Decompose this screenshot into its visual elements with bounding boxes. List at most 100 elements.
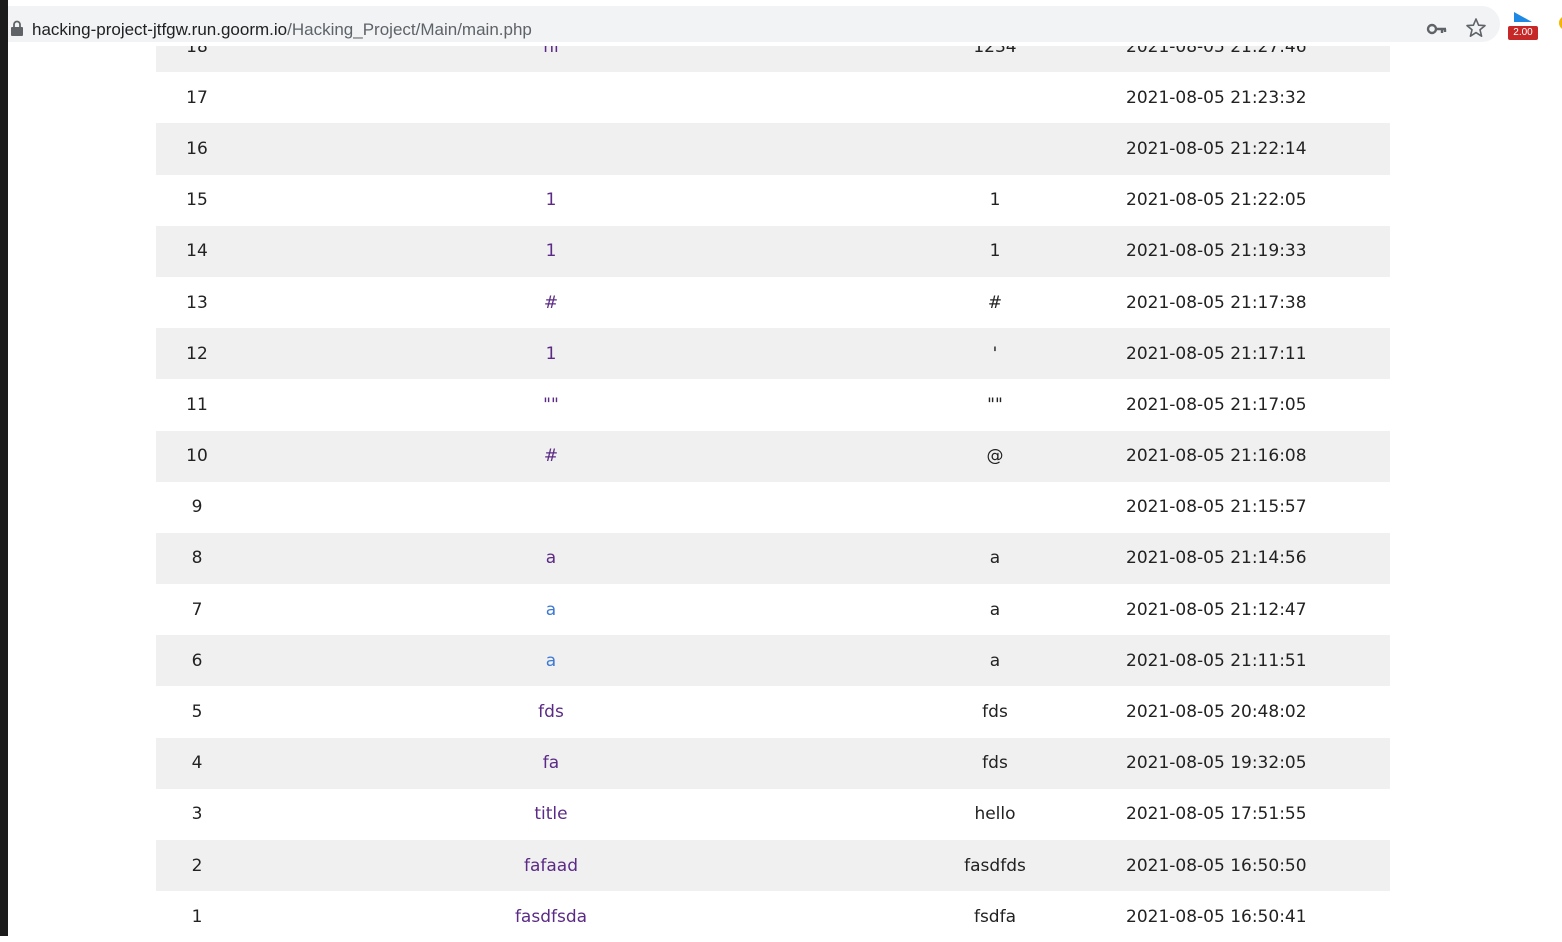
url-text[interactable]: hacking-project-jtfgw.run.goorm.io/Hacki… xyxy=(32,19,532,41)
post-number: 10 xyxy=(186,446,208,467)
bookmark-star-icon[interactable] xyxy=(1464,16,1488,40)
post-date: 2021-08-05 21:15:57 xyxy=(1126,497,1307,518)
post-date: 2021-08-05 21:23:32 xyxy=(1126,87,1307,108)
key-icon[interactable] xyxy=(1426,18,1448,40)
post-content xyxy=(864,72,1126,123)
table-row: 15 1 1 2021-08-05 21:22:05 xyxy=(156,174,1390,226)
post-title-link[interactable]: 1 xyxy=(546,344,557,364)
post-content: a xyxy=(989,548,1001,569)
post-title-link[interactable]: title xyxy=(534,804,567,824)
post-number: 14 xyxy=(186,241,208,262)
post-number: 16 xyxy=(186,138,208,159)
post-date: 2021-08-05 20:48:02 xyxy=(1126,702,1307,723)
post-title-cell: 1 xyxy=(238,226,864,277)
post-title-cell: fds xyxy=(238,686,864,737)
post-content xyxy=(864,482,1126,533)
post-number: 6 xyxy=(191,650,203,671)
post-date: 2021-08-05 21:17:38 xyxy=(1126,292,1307,313)
post-date: 2021-08-05 21:16:08 xyxy=(1126,446,1307,467)
post-number: 9 xyxy=(191,497,203,518)
extension-badge: 2.00 xyxy=(1508,26,1538,40)
post-number: 2 xyxy=(191,855,203,876)
post-title-link[interactable]: 1 xyxy=(546,241,557,261)
post-date: 2021-08-05 19:32:05 xyxy=(1126,753,1307,774)
post-title-link[interactable]: fafaad xyxy=(524,856,578,876)
address-bar[interactable]: hacking-project-jtfgw.run.goorm.io/Hacki… xyxy=(8,6,1500,42)
window-edge xyxy=(0,0,8,936)
post-date: 2021-08-05 16:50:41 xyxy=(1126,906,1307,927)
table-row: 7 a a 2021-08-05 21:12:47 xyxy=(156,584,1390,636)
table-row: 8 a a 2021-08-05 21:14:56 xyxy=(156,532,1390,585)
post-title-cell xyxy=(238,482,864,533)
table-row: 1 fasdfsda fsdfa 2021-08-05 16:50:41 xyxy=(156,891,1390,942)
table-row: 9 2021-08-05 21:15:57 xyxy=(156,481,1390,533)
table-row: 4 fa fds 2021-08-05 19:32:05 xyxy=(156,737,1390,789)
table-row: 2 fafaad fasdfds 2021-08-05 16:50:50 xyxy=(156,840,1390,892)
post-title-link[interactable]: a xyxy=(546,548,556,568)
post-title-link[interactable]: # xyxy=(544,293,558,313)
url-path: /Hacking_Project/Main/main.php xyxy=(287,20,532,39)
post-content: @ xyxy=(986,446,1004,467)
post-date: 2021-08-05 21:14:56 xyxy=(1126,548,1307,569)
post-content xyxy=(864,123,1126,174)
post-title-link[interactable]: "" xyxy=(543,395,559,415)
post-title-cell xyxy=(238,72,864,123)
post-content: fasdfds xyxy=(964,855,1026,876)
post-content: ' xyxy=(992,343,998,364)
browser-toolbar: hacking-project-jtfgw.run.goorm.io/Hacki… xyxy=(8,0,1562,46)
post-number: 5 xyxy=(191,702,203,723)
post-title-link[interactable]: fds xyxy=(538,702,564,722)
post-date: 2021-08-05 21:11:51 xyxy=(1126,650,1307,671)
post-title-link[interactable]: fasdfsda xyxy=(515,907,587,927)
post-content: 1 xyxy=(989,241,1001,262)
post-date: 2021-08-05 21:17:05 xyxy=(1126,394,1307,415)
post-number: 15 xyxy=(186,190,208,211)
post-number: 8 xyxy=(191,548,203,569)
board-table-body: 18 hi 1234 2021-08-05 21:27:46 17 2021-08-05 … xyxy=(156,21,1390,942)
post-title-cell: # xyxy=(238,431,864,482)
post-number: 3 xyxy=(191,804,203,825)
post-title-cell: fa xyxy=(238,738,864,789)
post-content: # xyxy=(987,292,1003,313)
post-title-link[interactable]: a xyxy=(546,651,556,671)
table-row: 12 1 ' 2021-08-05 21:17:11 xyxy=(156,328,1390,380)
table-row: 5 fds fds 2021-08-05 20:48:02 xyxy=(156,686,1390,738)
post-number: 13 xyxy=(186,292,208,313)
post-content: hello xyxy=(974,804,1016,825)
post-title-cell xyxy=(238,123,864,174)
post-date: 2021-08-05 16:50:50 xyxy=(1126,855,1307,876)
extension-button[interactable]: 2.00 xyxy=(1508,10,1538,42)
post-title-cell: a xyxy=(238,635,864,686)
post-title-link[interactable]: a xyxy=(546,600,556,620)
lock-icon[interactable] xyxy=(10,20,24,36)
post-number: 11 xyxy=(186,394,208,415)
post-title-cell: a xyxy=(238,533,864,584)
post-title-link[interactable]: fa xyxy=(543,753,559,773)
post-content: a xyxy=(989,599,1001,620)
post-date: 2021-08-05 21:17:11 xyxy=(1126,343,1307,364)
post-date: 2021-08-05 21:19:33 xyxy=(1126,241,1307,262)
post-date: 2021-08-05 21:22:14 xyxy=(1126,138,1307,159)
post-title-link[interactable]: 1 xyxy=(546,190,557,210)
url-host: hacking-project-jtfgw.run.goorm.io xyxy=(32,20,288,39)
post-date: 2021-08-05 17:51:55 xyxy=(1126,804,1307,825)
post-title-cell: fasdfsda xyxy=(238,891,864,942)
post-date: 2021-08-05 21:22:05 xyxy=(1126,190,1307,211)
post-number: 17 xyxy=(186,87,208,108)
table-row: 14 1 1 2021-08-05 21:19:33 xyxy=(156,225,1390,277)
post-content: 1 xyxy=(989,190,1001,211)
post-title-cell: # xyxy=(238,277,864,328)
post-title-link[interactable]: # xyxy=(544,446,558,466)
post-content: "" xyxy=(987,394,1003,415)
table-row: 11 "" "" 2021-08-05 21:17:05 xyxy=(156,379,1390,431)
board-table-container: 18 hi 1234 2021-08-05 21:27:46 17 2021-08-05 … xyxy=(156,21,1390,942)
table-row: 3 title hello 2021-08-05 17:51:55 xyxy=(156,788,1390,840)
post-number: 1 xyxy=(191,906,203,927)
post-number: 12 xyxy=(186,343,208,364)
post-content: fds xyxy=(982,702,1008,723)
table-row: 10 # @2021-08-05 21:16:08 xyxy=(156,430,1390,482)
post-title-cell: title xyxy=(238,789,864,840)
table-row: 6 a a 2021-08-05 21:11:51 xyxy=(156,635,1390,687)
post-title-cell: a xyxy=(238,584,864,635)
post-title-cell: fafaad xyxy=(238,840,864,891)
